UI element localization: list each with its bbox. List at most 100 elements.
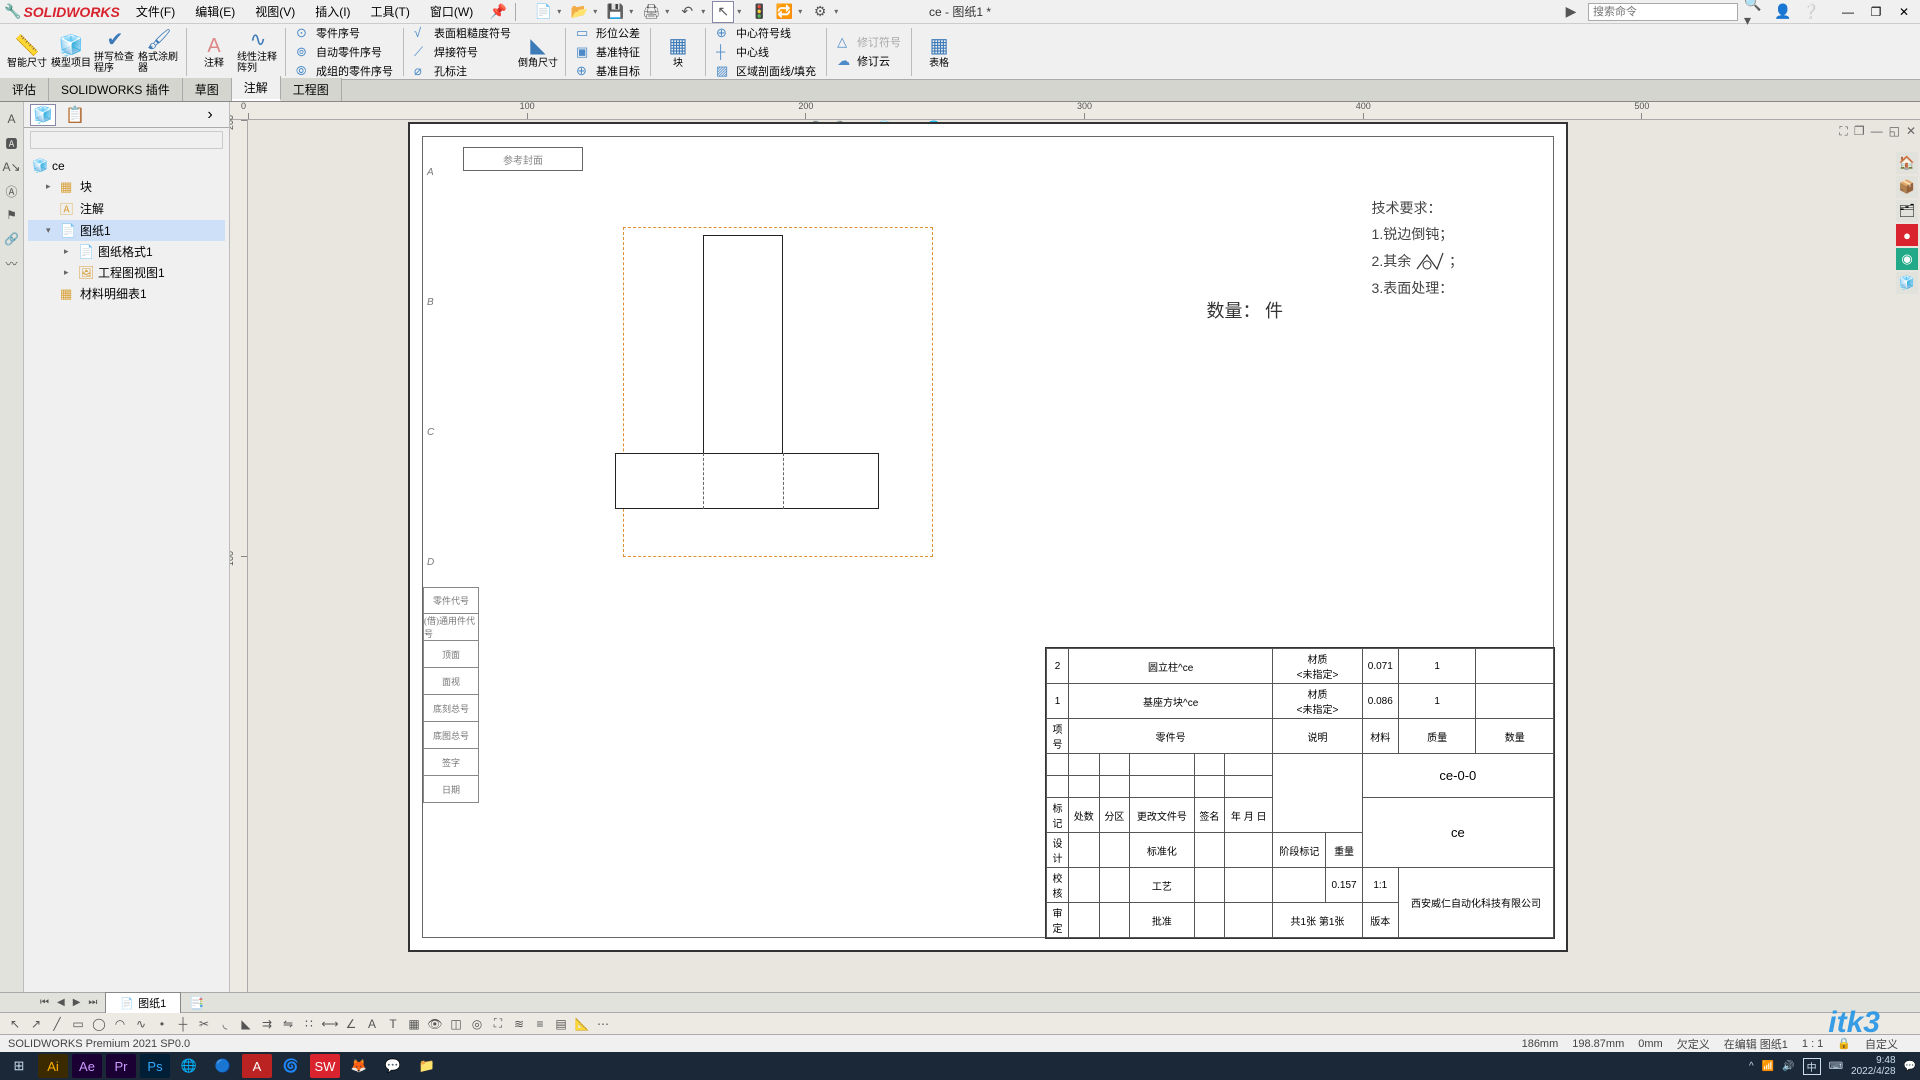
tray-notifications-icon[interactable]: 💬 <box>1904 1061 1916 1072</box>
annotation-align-icon[interactable]: 🅰 <box>3 134 21 152</box>
tree-sheet[interactable]: ▾📄图纸1 <box>28 220 225 241</box>
bt-table-icon[interactable]: ▦ <box>405 1015 423 1033</box>
taskpane-view-palette-icon[interactable]: 🗂 <box>1896 200 1918 222</box>
sheet-nav-next-icon[interactable]: ▶ <box>73 997 81 1008</box>
center-mark-button[interactable]: ⊕中心符号线 <box>712 24 820 42</box>
bt-view-icon[interactable]: 👁 <box>426 1015 444 1033</box>
feature-tree-tab-icon[interactable]: 🧊 <box>30 104 56 126</box>
dropdown-icon[interactable]: ▾ <box>593 7 601 16</box>
tray-volume-icon[interactable]: 🔊 <box>1782 1061 1794 1072</box>
bt-circle-icon[interactable]: ◯ <box>90 1015 108 1033</box>
taskbar-solidworks-icon[interactable]: SW <box>310 1054 340 1078</box>
config-tab-icon[interactable]: 📋 <box>62 104 88 126</box>
taskbar-pr-icon[interactable]: Pr <box>106 1054 136 1078</box>
annotation-font-a-icon[interactable]: A <box>3 110 21 128</box>
dropdown-icon[interactable]: ▾ <box>737 7 745 16</box>
tree-bom[interactable]: ▦材料明细表1 <box>28 283 225 304</box>
bt-pattern-icon[interactable]: ∷ <box>300 1015 318 1033</box>
bt-measure-icon[interactable]: 📐 <box>573 1015 591 1033</box>
tab-annotate[interactable]: 注解 <box>232 76 281 101</box>
bt-chamfer-icon[interactable]: ◣ <box>237 1015 255 1033</box>
vp-new-window-icon[interactable]: ❐ <box>1854 124 1865 139</box>
auto-balloon-button[interactable]: ⊚自动零件序号 <box>292 43 397 61</box>
tray-ime-icon[interactable]: 中 <box>1803 1058 1821 1075</box>
format-painter-button[interactable]: 🖌格式涂刷器 <box>138 29 180 74</box>
spell-check-button[interactable]: ✔拼写检查程序 <box>94 29 136 74</box>
surface-finish-button[interactable]: √表面粗糙度符号 <box>410 24 515 42</box>
tray-date[interactable]: 2022/4/28 <box>1851 1066 1896 1077</box>
tab-addins[interactable]: SOLIDWORKS 插件 <box>49 78 183 101</box>
save-icon[interactable]: 💾 <box>604 1 626 23</box>
taskpane-home-icon[interactable]: 🏠 <box>1896 152 1918 174</box>
tab-drawing[interactable]: 工程图 <box>281 78 342 101</box>
datum-feature-button[interactable]: ▣基准特征 <box>572 43 644 61</box>
area-hatch-button[interactable]: ▨区域剖面线/填充 <box>712 62 820 80</box>
bt-more1-icon[interactable]: ⋯ <box>594 1015 612 1033</box>
tray-expand-icon[interactable]: ^ <box>1749 1061 1754 1072</box>
panel-expand-icon[interactable]: › <box>197 104 223 126</box>
vp-expand-icon[interactable]: ⛶ <box>1839 124 1847 139</box>
weld-symbol-button[interactable]: ⟋焊接符号 <box>410 43 515 61</box>
smart-dimension-button[interactable]: 📏智能尺寸 <box>6 35 48 69</box>
dropdown-icon[interactable]: ▾ <box>629 7 637 16</box>
bt-dim-icon[interactable]: ⟷ <box>321 1015 339 1033</box>
bt-mirror-icon[interactable]: ⇋ <box>279 1015 297 1033</box>
sheet-nav-first-icon[interactable]: ⏮ <box>40 997 49 1008</box>
minimize-button[interactable]: — <box>1836 2 1860 22</box>
rebuild-icon[interactable]: 🔁 <box>773 1 795 23</box>
tab-evaluate[interactable]: 评估 <box>0 78 49 101</box>
stacked-balloon-button[interactable]: ⦾成组的零件序号 <box>292 62 397 80</box>
menu-pin-icon[interactable]: 📌 <box>487 1 509 23</box>
tree-blocks[interactable]: ▸▦块 <box>28 176 225 197</box>
sheet-tab-1[interactable]: 📄图纸1 <box>105 992 181 1013</box>
bt-centerline-icon[interactable]: ┼ <box>174 1015 192 1033</box>
revision-cloud-button[interactable]: ☁修订云 <box>833 52 905 70</box>
note-button[interactable]: A注释 <box>193 35 235 69</box>
bt-break-icon[interactable]: ≋ <box>510 1015 528 1033</box>
status-lock-icon[interactable]: 🔒 <box>1837 1037 1851 1050</box>
taskbar-revit-icon[interactable]: 🌀 <box>276 1054 306 1078</box>
drawing-view-geometry[interactable] <box>703 235 783 455</box>
print-icon[interactable]: 🖨 <box>640 1 662 23</box>
help-icon[interactable]: ❔ <box>1800 1 1822 23</box>
vp-close-icon[interactable]: ✕ <box>1906 124 1916 139</box>
annotation-balloon-icon[interactable]: Ⓐ <box>3 182 21 200</box>
tree-sheet-format[interactable]: ▸📄图纸格式1 <box>28 241 225 262</box>
bt-offset-icon[interactable]: ⇉ <box>258 1015 276 1033</box>
tree-annotations[interactable]: 🄰注解 <box>28 197 225 220</box>
add-sheet-icon[interactable]: 📑 <box>183 994 210 1012</box>
bt-select-icon[interactable]: ↖ <box>6 1015 24 1033</box>
undo-icon[interactable]: ↶ <box>676 1 698 23</box>
taskbar-explorer-icon[interactable]: 📁 <box>412 1054 442 1078</box>
taskpane-appearance-icon[interactable]: ● <box>1896 224 1918 246</box>
bt-trim-icon[interactable]: ✂ <box>195 1015 213 1033</box>
close-button[interactable]: ✕ <box>1892 2 1916 22</box>
chamfer-dim-button[interactable]: ◣倒角尺寸 <box>517 35 559 69</box>
taskbar-start-icon[interactable]: ⊞ <box>4 1054 34 1078</box>
menu-view[interactable]: 视图(V) <box>249 1 301 23</box>
tab-sketch[interactable]: 草图 <box>183 78 232 101</box>
bt-align-icon[interactable]: ≡ <box>531 1015 549 1033</box>
bt-detail-icon[interactable]: ◎ <box>468 1015 486 1033</box>
annotation-link-icon[interactable]: 🔗 <box>3 230 21 248</box>
bt-spline-icon[interactable]: ∿ <box>132 1015 150 1033</box>
vp-minimize-icon[interactable]: — <box>1871 124 1883 139</box>
sheet-nav-last-icon[interactable]: ⏭ <box>88 997 97 1008</box>
restore-button[interactable]: ❐ <box>1864 2 1888 22</box>
tray-keyboard-icon[interactable]: ⌨ <box>1829 1061 1843 1072</box>
sheet-nav-prev-icon[interactable]: ◀ <box>57 997 65 1008</box>
menu-tools[interactable]: 工具(T) <box>365 1 416 23</box>
menu-window[interactable]: 窗口(W) <box>424 1 479 23</box>
taskbar-firefox-icon[interactable]: 🦊 <box>344 1054 374 1078</box>
annotation-flag-icon[interactable]: ⚑ <box>3 206 21 224</box>
options-icon[interactable]: ⚙ <box>809 1 831 23</box>
bt-corner-rect-icon[interactable]: ▭ <box>69 1015 87 1033</box>
annotation-leader-icon[interactable]: A↘ <box>3 158 21 176</box>
new-icon[interactable]: 📄 <box>532 1 554 23</box>
status-scale[interactable]: 1 : 1 <box>1802 1038 1823 1050</box>
bt-layer-icon[interactable]: ▤ <box>552 1015 570 1033</box>
bt-text-icon[interactable]: T <box>384 1015 402 1033</box>
taskbar-ai-icon[interactable]: Ai <box>38 1054 68 1078</box>
balloon-button[interactable]: ⊙零件序号 <box>292 24 397 42</box>
dropdown-icon[interactable]: ▾ <box>834 7 842 16</box>
